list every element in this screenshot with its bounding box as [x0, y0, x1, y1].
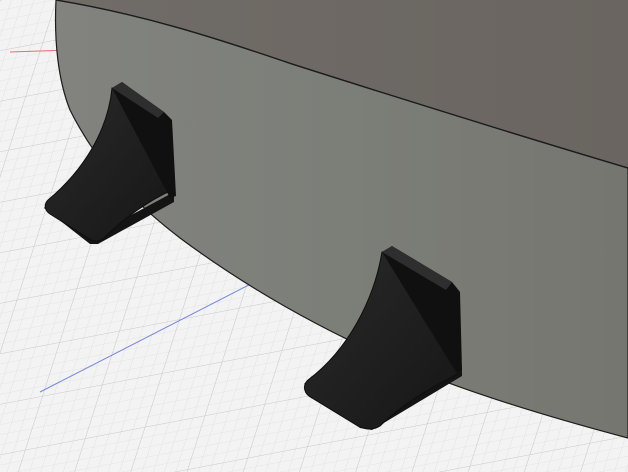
cad-3d-viewport[interactable]	[0, 0, 628, 472]
scene-canvas[interactable]	[0, 0, 628, 472]
